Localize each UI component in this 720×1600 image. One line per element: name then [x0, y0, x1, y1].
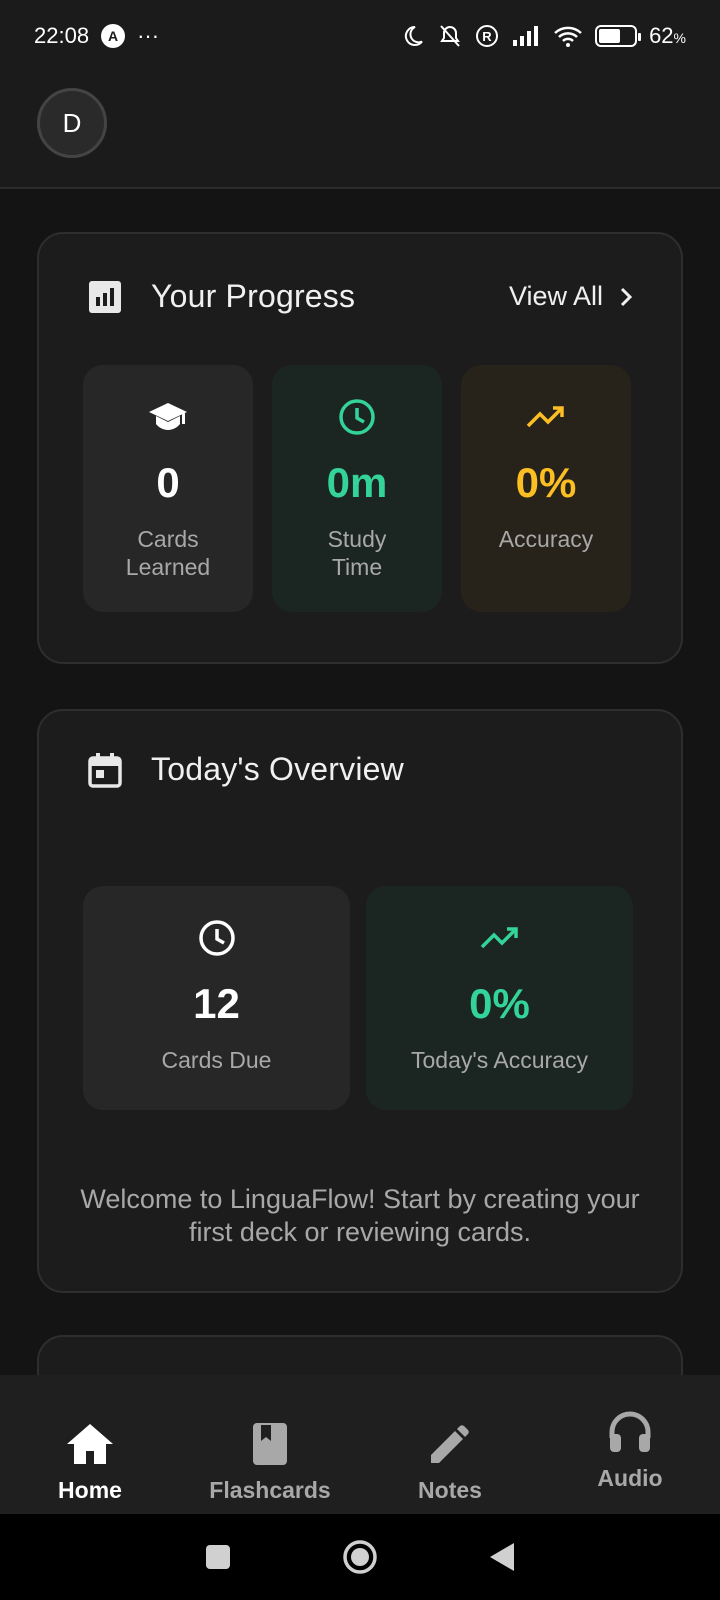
- more-notifications-icon: ···: [137, 23, 160, 48]
- avatar[interactable]: D: [37, 88, 107, 158]
- nav-flashcards-label: Flashcards: [209, 1477, 331, 1503]
- graduation-cap-icon: [148, 397, 188, 437]
- pencil-icon: [429, 1421, 471, 1467]
- overview-title: Today's Overview: [151, 751, 404, 787]
- nav-notes-label: Notes: [418, 1477, 482, 1503]
- nav-audio-label: Audio: [597, 1465, 663, 1491]
- stat-tile-cards-due[interactable]: 12 Cards Due: [83, 886, 350, 1110]
- do-not-disturb-moon-icon: [404, 25, 423, 46]
- todays-accuracy-label: Today's Accuracy: [411, 1047, 588, 1073]
- todays-accuracy-value: 0%: [469, 980, 530, 1027]
- notification-a-icon: A: [101, 24, 126, 48]
- bar-chart-icon: [87, 279, 123, 315]
- muted-bell-icon: [440, 25, 460, 47]
- svg-text:R: R: [482, 29, 492, 44]
- overview-card: Today's Overview 12 Cards Due 0% Today's…: [37, 709, 683, 1293]
- view-all-link[interactable]: View All: [509, 281, 633, 312]
- progress-card: Your Progress View All 0 Cards Learned 0…: [37, 232, 683, 664]
- bottom-navigation: Home Flashcards Notes Audio: [0, 1375, 720, 1514]
- chevron-right-icon: [620, 287, 633, 306]
- book-icon: [252, 1421, 288, 1467]
- cards-learned-label: Cards Learned: [125, 526, 211, 580]
- nav-home-label: Home: [58, 1477, 122, 1503]
- status-time: 22:08: [34, 23, 90, 48]
- calendar-icon: [87, 752, 123, 788]
- headphones-icon: [608, 1409, 652, 1455]
- study-time-value: 0m: [326, 459, 388, 506]
- nav-flashcards[interactable]: Flashcards: [180, 1375, 360, 1514]
- status-bar: 22:08 A ··· R 62%: [0, 0, 720, 72]
- progress-title: Your Progress: [151, 278, 356, 314]
- trending-up-icon: [480, 918, 520, 958]
- cards-learned-value: 0: [156, 459, 180, 506]
- battery-percent-symbol: %: [673, 30, 686, 46]
- nav-audio[interactable]: Audio: [540, 1375, 720, 1514]
- study-time-label: Study Time: [327, 526, 387, 580]
- clock-icon: [338, 397, 376, 437]
- trending-up-icon: [526, 397, 566, 437]
- battery-icon: [595, 25, 642, 47]
- stat-tile-study-time[interactable]: 0m Study Time: [272, 365, 442, 612]
- cards-due-value: 12: [193, 980, 240, 1027]
- view-all-label: View All: [508, 281, 603, 311]
- signal-icon: [513, 26, 539, 46]
- home-icon: [65, 1421, 115, 1467]
- stat-tile-accuracy[interactable]: 0% Accuracy: [461, 365, 631, 612]
- system-navigation-bar: [0, 1514, 720, 1600]
- wifi-icon: [554, 26, 582, 47]
- registered-icon: R: [476, 25, 499, 47]
- stat-tile-todays-accuracy[interactable]: 0% Today's Accuracy: [366, 886, 633, 1110]
- accuracy-label: Accuracy: [498, 526, 594, 552]
- cards-due-label: Cards Due: [161, 1047, 272, 1073]
- accuracy-value: 0%: [515, 459, 577, 506]
- home-button-icon[interactable]: [342, 1539, 378, 1575]
- back-icon[interactable]: [488, 1541, 516, 1573]
- recent-apps-icon[interactable]: [204, 1543, 232, 1571]
- clock-icon: [198, 918, 236, 958]
- nav-home[interactable]: Home: [0, 1375, 180, 1514]
- stat-tile-cards-learned[interactable]: 0 Cards Learned: [83, 365, 253, 612]
- nav-notes[interactable]: Notes: [360, 1375, 540, 1514]
- battery-percent: 62: [649, 23, 674, 48]
- welcome-message: Welcome to LinguaFlow! Start by creating…: [80, 1184, 640, 1247]
- app-header: D: [0, 72, 720, 189]
